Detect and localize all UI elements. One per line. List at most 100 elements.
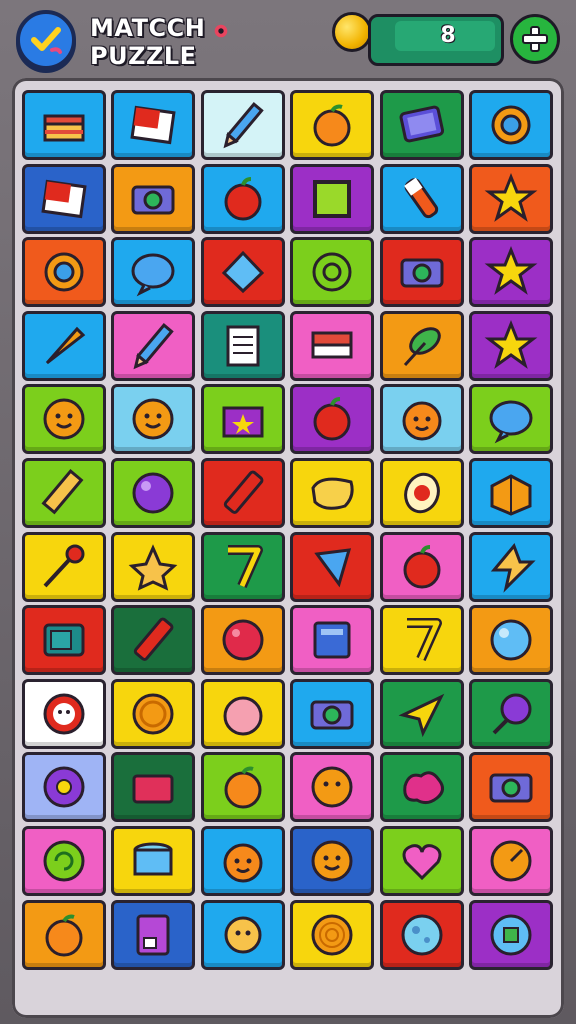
board-tile[interactable] (200, 678, 285, 749)
board-tile[interactable] (469, 310, 553, 381)
board-tile[interactable] (200, 826, 285, 896)
board-tile[interactable] (469, 237, 553, 308)
board-tile[interactable] (111, 531, 196, 602)
orange-face-icon (223, 843, 263, 883)
diamond-icon (221, 251, 264, 294)
snail-icon (312, 252, 352, 292)
board-tile[interactable] (111, 384, 196, 455)
compass-icon (490, 840, 532, 882)
board-tile[interactable] (290, 384, 375, 455)
board-tile[interactable] (290, 237, 375, 308)
board-tile[interactable] (379, 899, 464, 970)
donut-icon (43, 766, 85, 808)
board-tile[interactable] (290, 752, 375, 823)
board-tile[interactable] (200, 458, 285, 528)
board-tile[interactable] (379, 310, 464, 381)
board-tile[interactable] (200, 384, 285, 455)
cake-icon (43, 114, 85, 142)
board-tile[interactable] (200, 899, 285, 970)
board-tile[interactable] (22, 384, 106, 455)
add-button[interactable] (510, 14, 560, 64)
board-tile[interactable] (379, 678, 464, 749)
star-icon (484, 172, 538, 222)
board-tile[interactable] (111, 90, 196, 160)
board-tile[interactable] (379, 163, 464, 234)
menu-button[interactable] (16, 10, 76, 70)
board-tile[interactable] (111, 678, 196, 749)
board-tile[interactable] (111, 605, 196, 676)
board-tile[interactable] (469, 899, 553, 970)
cookie-icon (311, 766, 353, 808)
board-tile[interactable] (22, 237, 106, 308)
board-tile[interactable] (469, 752, 553, 823)
board-tile[interactable] (290, 310, 375, 381)
moon-ball-icon (401, 914, 443, 956)
board-tile[interactable] (22, 531, 106, 602)
book-icon (311, 331, 353, 359)
board-tile[interactable] (200, 531, 285, 602)
leaf-icon (403, 326, 441, 366)
camera-icon (131, 185, 175, 215)
flower-icon (214, 24, 228, 38)
board-tile[interactable] (200, 605, 285, 676)
board-tile[interactable] (290, 163, 375, 234)
board-tile[interactable] (111, 237, 196, 308)
seven-icon (227, 544, 263, 588)
board-tile[interactable] (22, 458, 106, 528)
board-tile[interactable] (379, 826, 464, 896)
board-tile[interactable] (111, 310, 196, 381)
board-tile[interactable] (379, 752, 464, 823)
board-tile[interactable] (111, 826, 196, 896)
board-tile[interactable] (22, 752, 106, 823)
orange-fruit-icon (224, 766, 262, 809)
star-face-icon (129, 543, 178, 591)
board-tile[interactable] (290, 899, 375, 970)
drum-icon (133, 842, 173, 876)
board-tile[interactable] (469, 163, 553, 234)
board-tile[interactable] (290, 605, 375, 676)
board-tile[interactable] (22, 605, 106, 676)
board-tile[interactable] (111, 163, 196, 234)
board-tile[interactable] (200, 237, 285, 308)
board-tile[interactable] (379, 458, 464, 528)
board-tile[interactable] (200, 90, 285, 160)
board-tile[interactable] (379, 605, 464, 676)
gold-bar-icon (41, 469, 84, 515)
board-tile[interactable] (22, 310, 106, 381)
board-tile[interactable] (469, 531, 553, 602)
board-tile[interactable] (290, 90, 375, 160)
board-tile[interactable] (469, 90, 553, 160)
board-tile[interactable] (469, 678, 553, 749)
board-tile[interactable] (200, 163, 285, 234)
lightning-star-icon (490, 542, 536, 593)
board-tile[interactable] (469, 384, 553, 455)
board-tile[interactable] (379, 531, 464, 602)
board-tile[interactable] (469, 826, 553, 896)
board-tile[interactable] (379, 90, 464, 160)
lollipop-icon (492, 693, 532, 735)
board-tile[interactable] (111, 752, 196, 823)
card-icon (136, 914, 170, 956)
board-tile[interactable] (469, 458, 553, 528)
board-tile[interactable] (111, 458, 196, 528)
board-tile[interactable] (290, 826, 375, 896)
board-tile[interactable] (111, 899, 196, 970)
crate-icon (490, 474, 532, 516)
board-tile[interactable] (22, 678, 106, 749)
board-tile[interactable] (200, 752, 285, 823)
splat-icon (402, 771, 444, 805)
board-tile[interactable] (379, 237, 464, 308)
red-card-icon (130, 105, 176, 145)
board-tile[interactable] (22, 163, 106, 234)
board-tile[interactable] (290, 678, 375, 749)
red-card-icon (41, 179, 87, 218)
board-tile[interactable] (379, 384, 464, 455)
board-tile[interactable] (22, 826, 106, 896)
board-tile[interactable] (200, 310, 285, 381)
notepad-icon (226, 325, 260, 367)
board-tile[interactable] (22, 899, 106, 970)
board-tile[interactable] (290, 531, 375, 602)
board-tile[interactable] (469, 605, 553, 676)
board-tile[interactable] (290, 458, 375, 528)
board-tile[interactable] (22, 90, 106, 160)
